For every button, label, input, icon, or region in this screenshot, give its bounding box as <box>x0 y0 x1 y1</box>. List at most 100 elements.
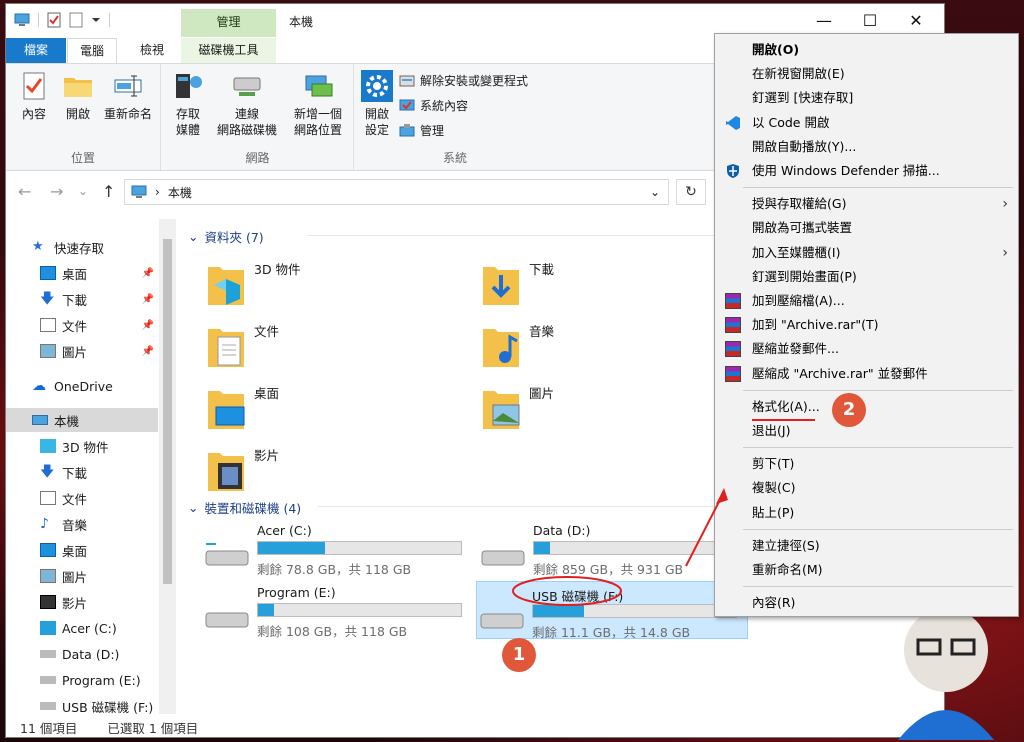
pin-icon[interactable]: 📌 <box>142 320 154 331</box>
folder-videos[interactable]: 影片 <box>206 441 466 497</box>
address-dropdown-icon[interactable]: ⌄ <box>650 185 660 199</box>
manage-button[interactable]: 管理 <box>399 122 444 139</box>
qat-dropdown-icon[interactable] <box>91 15 101 25</box>
collapse-chevron-icon[interactable]: ⌄ <box>188 229 198 244</box>
drive-f-usb[interactable]: USB 磁碟機 (F:) 剩餘 11.1 GB，共 14.8 GB <box>476 581 748 640</box>
properties-button[interactable]: 內容 <box>14 70 54 122</box>
pin-icon[interactable]: 📌 <box>142 294 154 305</box>
context-menu-item[interactable]: 開啟(O) <box>715 38 1018 62</box>
context-menu-item[interactable]: 以 Code 開啟 <box>715 111 1018 135</box>
drive-free-space: 剩餘 78.8 GB，共 118 GB <box>257 562 412 577</box>
address-bar[interactable]: › 本機 ⌄ <box>124 179 669 205</box>
drive-usage-bar <box>257 541 462 555</box>
properties-check-small-icon[interactable] <box>47 12 61 28</box>
folder-documents[interactable]: 文件 <box>206 317 466 373</box>
nav-drive-d[interactable]: Data (D:) <box>6 642 158 666</box>
computer-small-icon[interactable] <box>14 13 30 27</box>
forward-button[interactable]: → <box>50 182 63 201</box>
nav-documents-pinned[interactable]: 文件 📌 <box>6 313 158 337</box>
nav-label: USB 磁碟機 (F:) <box>62 699 154 715</box>
nav-onedrive[interactable]: ☁ OneDrive <box>6 374 158 398</box>
nav-drive-e[interactable]: Program (E:) <box>6 668 158 692</box>
context-menu-item[interactable]: 退出(J) <box>715 419 1018 443</box>
context-menu-item[interactable]: 在新視窗開啟(E) <box>715 62 1018 86</box>
folder-downloads[interactable]: 下載 <box>481 255 741 311</box>
nav-drive-f[interactable]: USB 磁碟機 (F:) <box>6 694 158 718</box>
nav-label: 桌面 <box>62 266 88 282</box>
context-menu-item[interactable]: 複製(C) <box>715 476 1018 500</box>
context-menu-item[interactable]: 加入至媒體櫃(I) › <box>715 241 1018 265</box>
context-menu-item[interactable]: 內容(R) <box>715 591 1018 615</box>
pin-icon[interactable]: 📌 <box>142 268 154 279</box>
refresh-button[interactable]: ↻ <box>676 179 706 205</box>
context-menu-item[interactable]: 重新命名(M) <box>715 558 1018 582</box>
rename-button[interactable]: 重新命名 <box>100 70 156 122</box>
recent-locations-button[interactable]: ⌄ <box>78 184 88 198</box>
nav-desktop[interactable]: 桌面 <box>6 538 158 562</box>
nav-videos[interactable]: 影片 <box>6 590 158 614</box>
map-network-drive-button[interactable]: 連線 網路磁碟機 <box>212 70 282 138</box>
open-settings-button[interactable]: 開啟 設定 <box>357 70 397 138</box>
music-icon: ♪ <box>40 516 49 532</box>
folder-pictures[interactable]: 圖片 <box>481 379 741 435</box>
context-menu-item[interactable]: 貼上(P) <box>715 501 1018 525</box>
tab-computer[interactable]: 電腦 <box>67 38 118 63</box>
context-menu-item[interactable]: 釘選到開始畫面(P) <box>715 265 1018 289</box>
nav-drive-c[interactable]: Acer (C:) <box>6 616 158 640</box>
drives-section-header[interactable]: ⌄ 裝置和磁碟機 (4) <box>188 498 853 517</box>
nav-quick-access[interactable]: ★ 快速存取 <box>6 235 158 259</box>
folder-music[interactable]: 音樂 <box>481 317 741 373</box>
breadcrumb-this-pc[interactable]: 本機 <box>168 184 192 201</box>
collapse-chevron-icon[interactable]: ⌄ <box>188 500 198 515</box>
context-menu-item[interactable]: 壓縮成 "Archive.rar" 並發郵件 <box>715 362 1018 386</box>
folder-3d-objects[interactable]: 3D 物件 <box>206 255 466 311</box>
up-button[interactable]: ↑ <box>102 182 115 201</box>
nav-3d-objects[interactable]: 3D 物件 <box>6 434 158 458</box>
submenu-arrow-icon: › <box>1002 196 1008 213</box>
context-menu-item[interactable]: 授與存取權給(G) › <box>715 192 1018 216</box>
nav-music[interactable]: ♪ 音樂 <box>6 512 158 536</box>
nav-desktop-pinned[interactable]: 桌面 📌 <box>6 261 158 285</box>
navpane-scrollbar[interactable] <box>159 219 176 714</box>
drive-e[interactable]: Program (E:) 剩餘 108 GB，共 118 GB <box>202 581 467 639</box>
context-menu-item[interactable]: 壓縮並發郵件... <box>715 337 1018 361</box>
context-menu-item[interactable]: 加到壓縮檔(A)... <box>715 289 1018 313</box>
pin-icon[interactable]: 📌 <box>142 346 154 357</box>
tab-file[interactable]: 檔案 <box>6 38 66 63</box>
drive-d[interactable]: Data (D:) 剩餘 859 GB，共 931 GB <box>478 519 743 577</box>
drive-name: Program (E:) <box>257 585 336 600</box>
add-network-location-button[interactable]: 新增一個 網路位置 <box>286 70 350 138</box>
context-menu-item[interactable]: 剪下(T) <box>715 452 1018 476</box>
drive-icon <box>40 702 56 710</box>
scrollbar-thumb[interactable] <box>163 239 172 584</box>
nav-pictures-pinned[interactable]: 圖片 📌 <box>6 339 158 363</box>
back-button[interactable]: ← <box>18 182 31 201</box>
context-menu-item[interactable]: 使用 Windows Defender 掃描... <box>715 159 1018 183</box>
folder-desktop[interactable]: 桌面 <box>206 379 466 435</box>
new-folder-small-icon[interactable] <box>69 12 83 28</box>
context-menu-item[interactable]: 格式化(A)... <box>715 395 1018 419</box>
winrar-icon <box>725 341 741 358</box>
access-media-button[interactable]: 存取 媒體 <box>166 70 210 138</box>
rename-label: 重新命名 <box>103 107 152 121</box>
nav-downloads[interactable]: 🡇 下載 <box>6 460 158 484</box>
nav-label: 文件 <box>62 318 88 334</box>
context-menu-item[interactable]: 開啟自動播放(Y)... <box>715 135 1018 159</box>
nav-this-pc[interactable]: 本機 <box>6 408 158 432</box>
drive-c[interactable]: Acer (C:) 剩餘 78.8 GB，共 118 GB <box>202 519 467 577</box>
context-menu-item[interactable]: 加到 "Archive.rar"(T) <box>715 313 1018 337</box>
folders-section-header[interactable]: ⌄ 資料夾 (7) <box>188 227 853 246</box>
nav-documents[interactable]: 文件 <box>6 486 158 510</box>
breadcrumb-chevron[interactable]: › <box>155 185 160 199</box>
uninstall-icon <box>399 75 415 86</box>
open-button[interactable]: 開啟 <box>58 70 98 122</box>
context-menu-item[interactable]: 開啟為可攜式裝置 <box>715 216 1018 240</box>
tab-view[interactable]: 檢視 <box>128 38 176 63</box>
uninstall-program-button[interactable]: 解除安裝或變更程式 <box>399 72 528 89</box>
context-menu-item[interactable]: 建立捷徑(S) <box>715 534 1018 558</box>
tab-drive-tools[interactable]: 磁碟機工具 <box>181 38 276 63</box>
nav-pictures[interactable]: 圖片 <box>6 564 158 588</box>
context-menu-item[interactable]: 釘選到 [快速存取] <box>715 86 1018 110</box>
nav-downloads-pinned[interactable]: 🡇 下載 📌 <box>6 287 158 311</box>
system-properties-button[interactable]: 系統內容 <box>399 97 468 114</box>
